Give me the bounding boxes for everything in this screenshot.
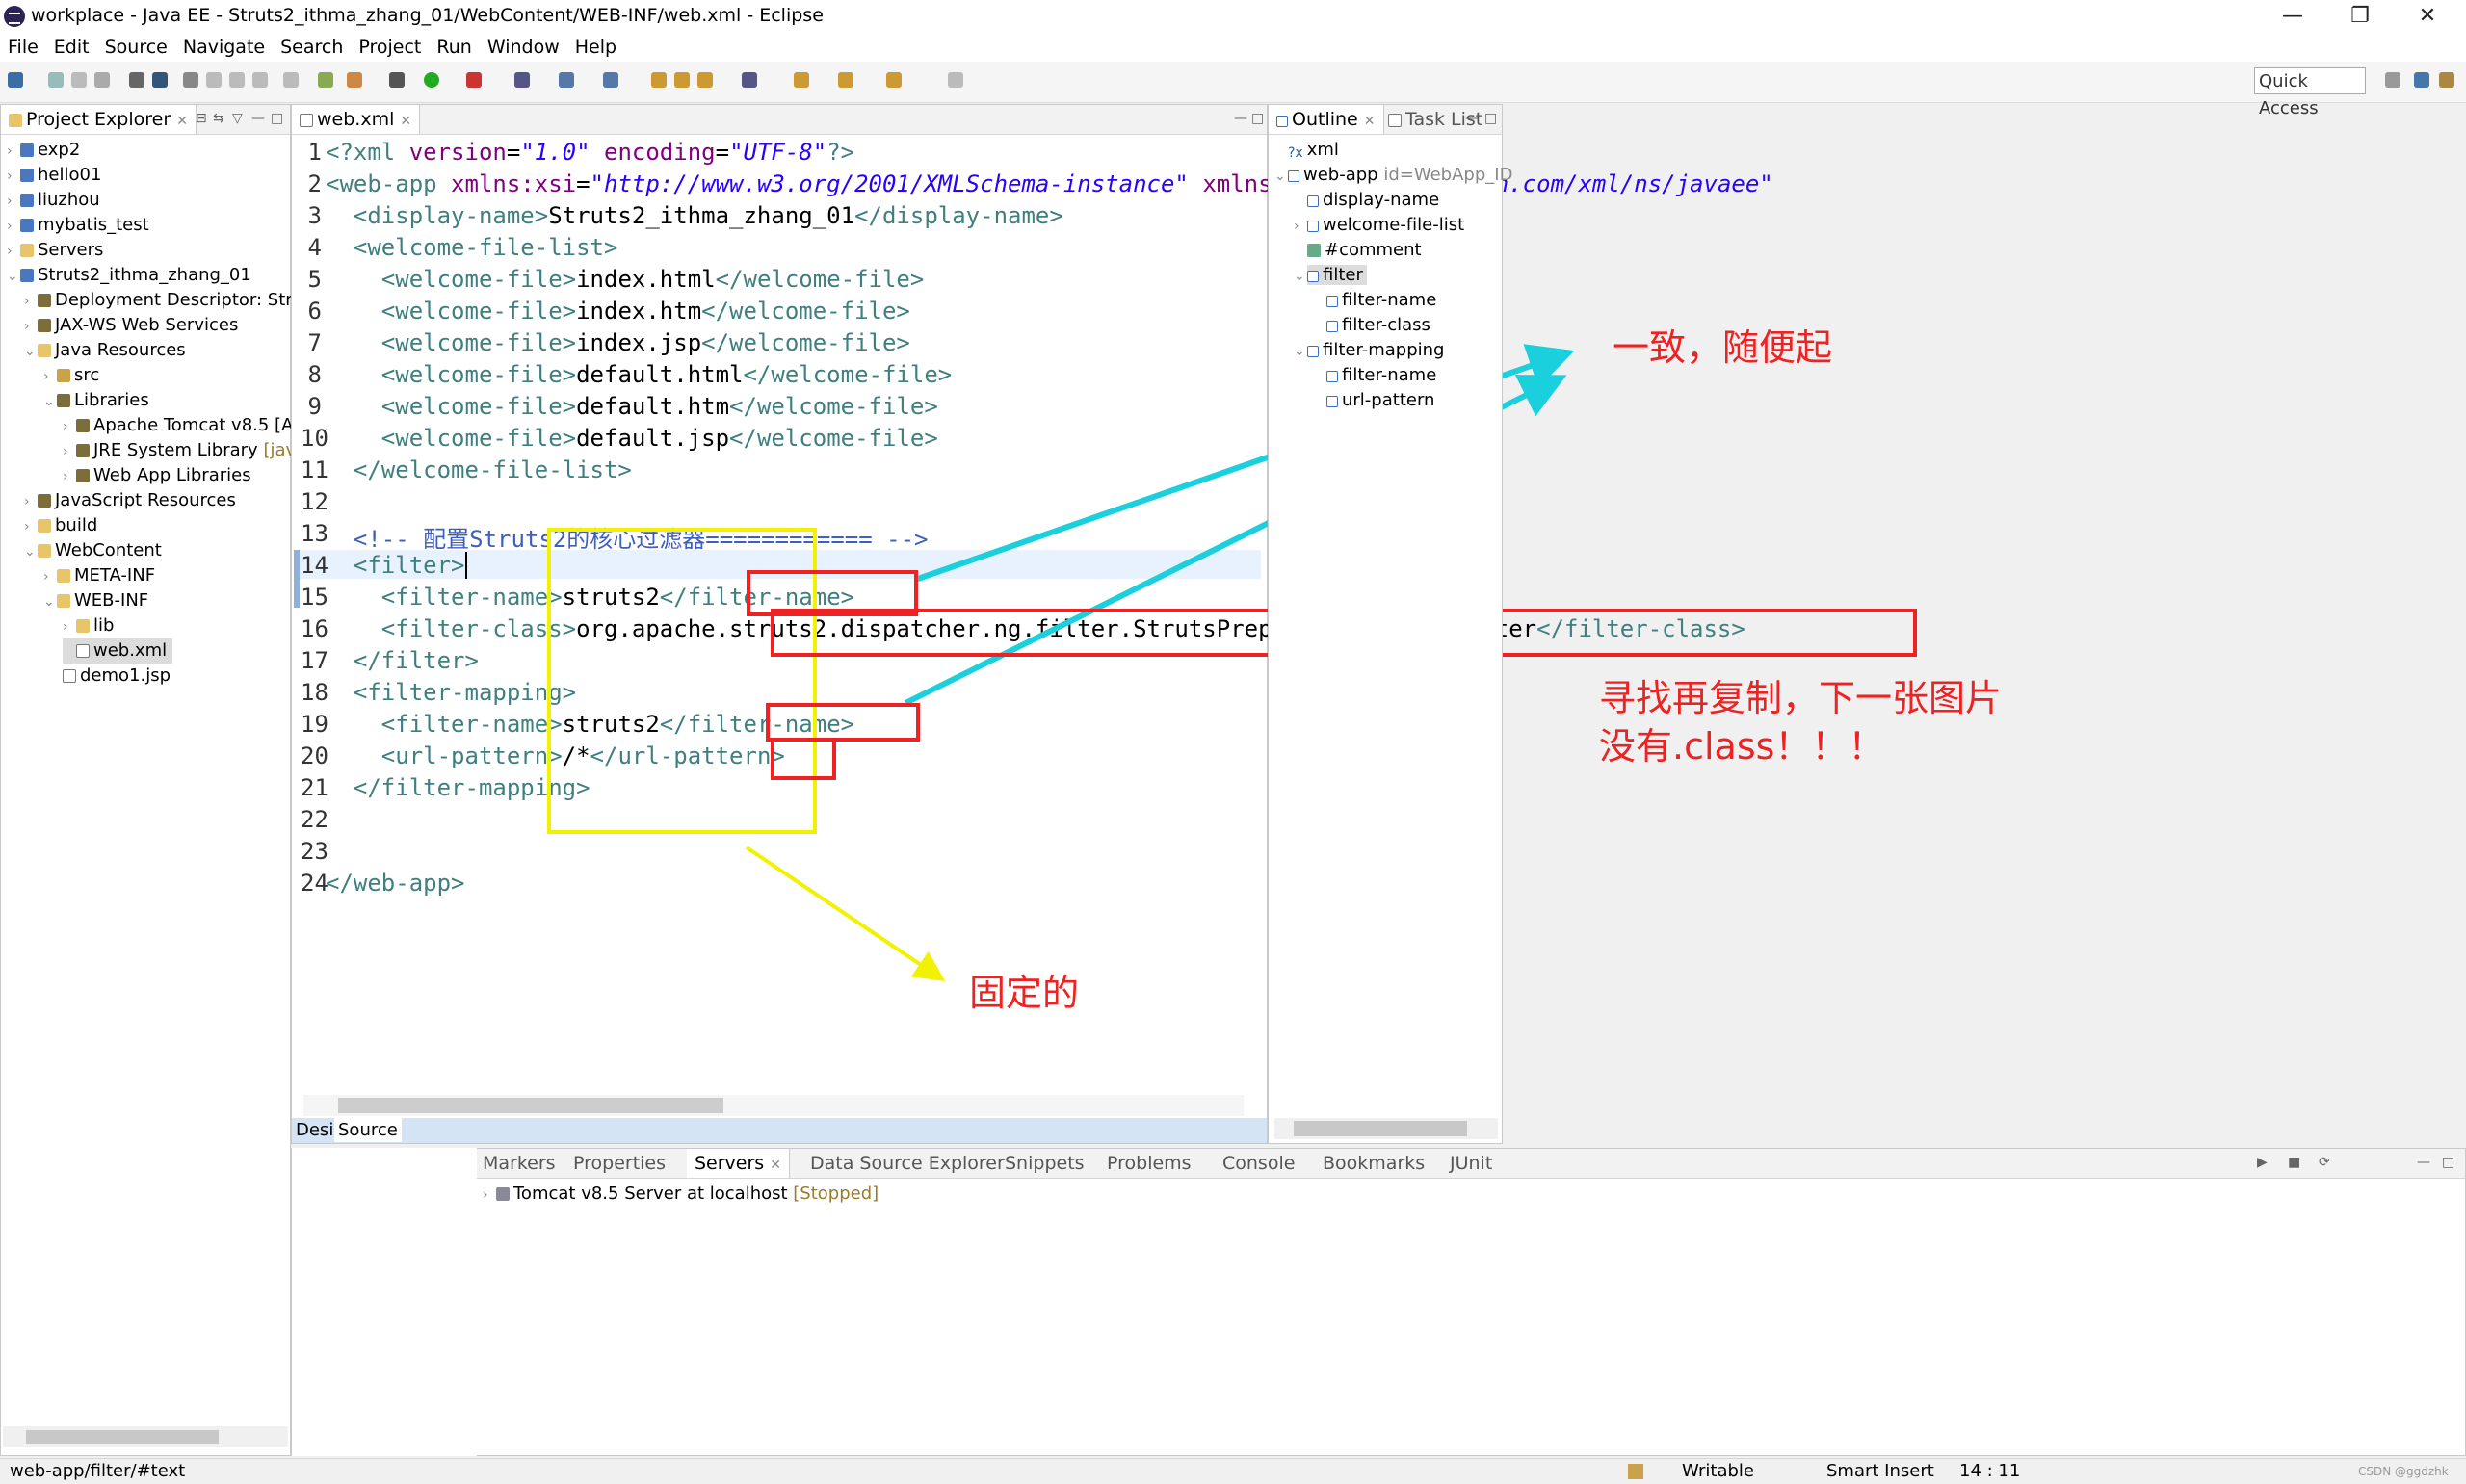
server-icon — [496, 1187, 510, 1201]
outline-title: Outline — [1292, 109, 1358, 130]
tab-outline[interactable]: Outline ✕ — [1269, 105, 1384, 134]
tab-label: Properties — [573, 1153, 667, 1174]
tab-bookmarks[interactable]: Bookmarks — [1323, 1149, 1425, 1178]
element-icon — [1326, 371, 1338, 382]
minimize-view-icon[interactable]: — — [1465, 111, 1479, 126]
status-writable: Writable — [1682, 1461, 1754, 1481]
outline-label: url-pattern — [1342, 390, 1435, 410]
watermark: CSDN @ggdzhk — [2358, 1465, 2449, 1478]
tab-data-source-explorer[interactable]: Data Source Explorer — [810, 1149, 1005, 1178]
bottom-tab-header: Markers Properties Servers ✕ Data Source… — [477, 1149, 2465, 1179]
maximize-view-icon[interactable]: □ — [1484, 111, 1497, 126]
note-fixed: 固定的 — [969, 972, 1080, 1014]
element-icon — [1288, 170, 1299, 182]
tab-label: Data Source Explorer — [810, 1153, 1005, 1174]
outline-label: filter-name — [1342, 290, 1437, 310]
outline-item-filter-mapping[interactable]: ⌄ filter-mapping — [1294, 338, 1444, 363]
tab-junit[interactable]: JUnit — [1450, 1149, 1492, 1178]
bottom-panel: Markers Properties Servers ✕ Data Source… — [476, 1148, 2466, 1456]
outline-label: filter — [1323, 265, 1363, 285]
outline-item-filter[interactable]: ⌄ filter — [1294, 263, 1367, 288]
outline-label: web-app — [1303, 165, 1378, 185]
tab-properties[interactable]: Properties — [573, 1149, 666, 1178]
outline-label: welcome-file-list — [1323, 215, 1465, 235]
start-server-icon[interactable]: ▶ — [2257, 1155, 2268, 1170]
status-path: web-app/filter/#text — [10, 1461, 186, 1481]
tab-label: Snippets — [1005, 1153, 1085, 1174]
outline-label: filter-mapping — [1323, 340, 1445, 360]
mapping-name-highlight — [766, 703, 920, 742]
outline-label: filter-name — [1342, 365, 1437, 385]
outline-item-xml[interactable]: ?x xml — [1274, 138, 1339, 163]
outline-hscrollbar[interactable] — [1274, 1118, 1498, 1139]
note-find-copy-2: 没有.class！！！ — [1599, 725, 1885, 768]
scroll-thumb[interactable] — [1294, 1121, 1467, 1136]
maximize-view-icon[interactable]: □ — [2442, 1155, 2454, 1170]
tab-label: Bookmarks — [1323, 1153, 1426, 1174]
element-icon — [1326, 321, 1338, 332]
status-bar: web-app/filter/#text Writable Smart Inse… — [0, 1458, 2466, 1484]
outline-suffix: id=WebApp_ID — [1383, 165, 1513, 185]
status-insert-mode: Smart Insert — [1826, 1461, 1934, 1481]
note-consistent: 一致，随便起 — [1613, 326, 1833, 369]
stop-server-icon[interactable]: ■ — [2288, 1155, 2300, 1170]
outline-panel: Outline ✕ Task List — □ ?x xml ⌄ web-app i… — [1268, 104, 1512, 1144]
outline-item-welcome-file-list[interactable]: › welcome-file-list — [1294, 213, 1464, 238]
tab-markers[interactable]: Markers — [483, 1149, 556, 1178]
element-icon — [1307, 195, 1319, 207]
server-status: [Stopped] — [793, 1184, 879, 1204]
close-icon[interactable]: ✕ — [770, 1158, 781, 1173]
status-cursor-position: 14 : 11 — [1959, 1461, 2021, 1481]
lock-icon — [1628, 1464, 1643, 1479]
tab-label: Markers — [483, 1153, 556, 1174]
server-row[interactable]: › Tomcat v8.5 Server at localhost [Stoppe… — [483, 1182, 879, 1207]
outline-item-filter-class[interactable]: filter-class — [1313, 313, 1430, 338]
outline-icon — [1276, 116, 1288, 127]
comment-icon — [1307, 244, 1321, 257]
tab-problems[interactable]: Problems — [1107, 1149, 1192, 1178]
publish-icon[interactable]: ⟳ — [2319, 1155, 2330, 1170]
tab-label: Console — [1222, 1153, 1296, 1174]
outline-label: filter-class — [1342, 315, 1430, 335]
element-icon — [1307, 221, 1319, 232]
outline-item-comment[interactable]: #comment — [1294, 238, 1422, 263]
outline-header: Outline ✕ Task List — □ — [1269, 105, 1502, 135]
element-icon — [1326, 296, 1338, 307]
outline-item-url-pattern[interactable]: url-pattern — [1313, 388, 1434, 413]
element-icon — [1326, 396, 1338, 407]
tab-servers[interactable]: Servers ✕ — [687, 1149, 790, 1178]
task-list-icon — [1388, 114, 1402, 127]
url-pattern-highlight — [771, 738, 836, 780]
outline-label: xml — [1306, 140, 1339, 160]
tab-label: JUnit — [1450, 1153, 1493, 1174]
outline-item-filter-name[interactable]: filter-name — [1313, 288, 1436, 313]
element-icon — [1307, 346, 1319, 357]
outline-item-web-app[interactable]: ⌄ web-app id=WebApp_ID — [1274, 163, 1512, 188]
arrow-yellow — [745, 846, 946, 981]
note-find-copy-1: 寻找再复制，下一张图片 — [1599, 677, 2003, 719]
tab-snippets[interactable]: Snippets — [1005, 1149, 1085, 1178]
bottom-left-spacer — [291, 1148, 477, 1456]
outline-item-display-name[interactable]: display-name — [1294, 188, 1439, 213]
outline-item-mapping-filter-name[interactable]: filter-name — [1313, 363, 1436, 388]
element-icon — [1307, 271, 1319, 282]
tab-console[interactable]: Console — [1222, 1149, 1295, 1178]
minimize-view-icon[interactable]: — — [2417, 1155, 2430, 1170]
close-icon[interactable]: ✕ — [1364, 114, 1376, 129]
xml-declaration-icon: ?x — [1288, 145, 1303, 161]
outline-label: display-name — [1323, 190, 1440, 210]
server-label: Tomcat v8.5 Server at localhost — [513, 1184, 788, 1204]
tab-label: Problems — [1107, 1153, 1192, 1174]
tab-label: Servers — [695, 1153, 765, 1174]
outline-label: #comment — [1325, 240, 1422, 260]
